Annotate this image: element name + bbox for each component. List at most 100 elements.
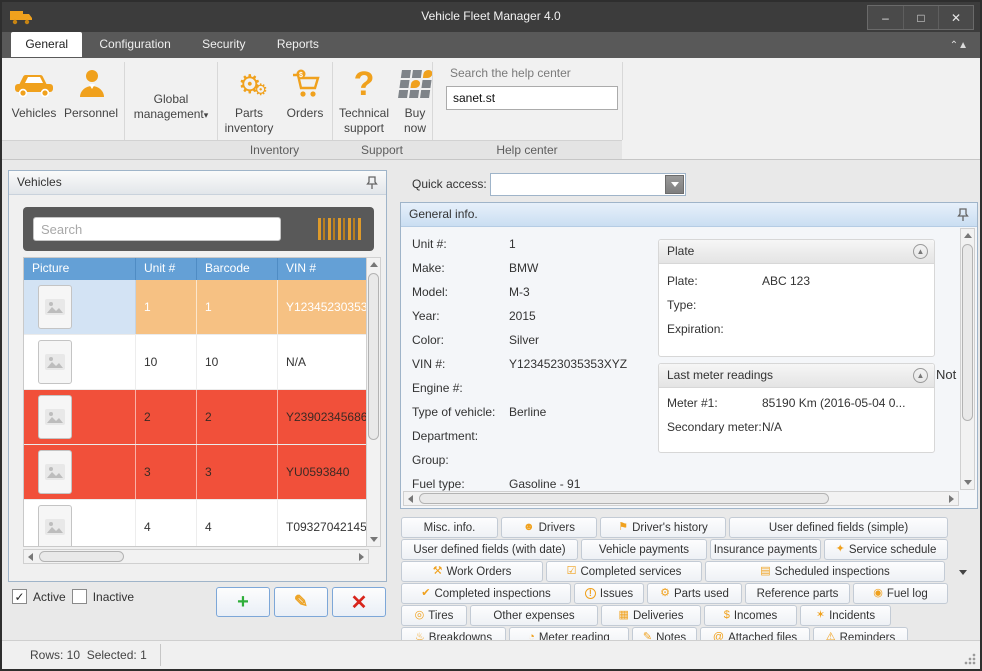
detail-tab-drivers[interactable]: ☻Drivers bbox=[501, 517, 597, 538]
active-checkbox-label: Active bbox=[33, 590, 66, 604]
inactive-checkbox[interactable] bbox=[72, 589, 87, 604]
meter-subpanel: Last meter readings ▲ Meter #1:85190 Km … bbox=[658, 363, 935, 453]
delete-button[interactable]: ✕ bbox=[332, 587, 386, 617]
detail-tab-vehicle-payments[interactable]: Vehicle payments bbox=[581, 539, 707, 560]
detail-tab-label: User defined fields (with date) bbox=[413, 544, 565, 556]
buy-now-icon bbox=[394, 62, 436, 106]
detail-tab-user-defined-fields-with-date[interactable]: User defined fields (with date) bbox=[401, 539, 578, 560]
dropdown-arrow-button[interactable] bbox=[665, 175, 684, 194]
table-row[interactable]: 11Y1234523035353XYZ bbox=[24, 280, 368, 335]
field-label: Fuel type: bbox=[412, 477, 509, 491]
detail-tab-other-expenses[interactable]: Other expenses bbox=[470, 605, 598, 626]
field-row: Type: bbox=[659, 298, 934, 322]
field-row: Secondary meter:N/A bbox=[659, 420, 934, 444]
collapse-up-icon[interactable]: ▲ bbox=[913, 244, 928, 259]
tab-reports[interactable]: Reports bbox=[263, 32, 333, 57]
detail-tab-user-defined-fields-simple[interactable]: User defined fields (simple) bbox=[729, 517, 948, 538]
field-label: Plate: bbox=[667, 274, 762, 298]
detail-tab-service-schedule[interactable]: ✦Service schedule bbox=[824, 539, 948, 560]
close-button[interactable]: ✕ bbox=[938, 6, 973, 29]
field-value: N/A bbox=[762, 420, 926, 444]
tab-scroll-down-icon[interactable] bbox=[959, 570, 967, 575]
table-row[interactable]: 33YU0593840 bbox=[24, 445, 368, 500]
burst-icon: ✶ bbox=[816, 610, 825, 621]
field-label: Year: bbox=[412, 309, 509, 333]
table-horizontal-scrollbar[interactable] bbox=[23, 549, 369, 564]
detail-tab-reference-parts[interactable]: Reference parts bbox=[745, 583, 850, 604]
tire-icon: ◎ bbox=[415, 610, 425, 621]
general-info-title: General info. bbox=[409, 207, 478, 221]
pin-icon[interactable] bbox=[957, 208, 969, 222]
orders-button[interactable]: $ Orders bbox=[280, 62, 330, 121]
detail-tab-issues[interactable]: !Issues bbox=[574, 583, 644, 604]
vin-cell: T09327042145 bbox=[278, 500, 368, 547]
resize-grip[interactable] bbox=[964, 653, 976, 665]
detail-tab-label: Deliveries bbox=[633, 610, 684, 622]
field-label: Department: bbox=[412, 429, 509, 453]
detail-tab-scheduled-inspections[interactable]: ▤Scheduled inspections bbox=[705, 561, 945, 582]
pin-icon[interactable] bbox=[366, 176, 378, 190]
table-vertical-scrollbar[interactable] bbox=[366, 257, 381, 547]
ribbon-tabstrip: General Configuration Security Reports ⌃… bbox=[2, 32, 980, 58]
help-center-search-input[interactable] bbox=[446, 86, 618, 110]
column-header-picture[interactable]: Picture bbox=[24, 258, 136, 280]
picture-placeholder-icon bbox=[38, 340, 72, 384]
detail-tab-misc-info[interactable]: Misc. info. bbox=[401, 517, 498, 538]
field-row: Model:M-3 bbox=[412, 285, 662, 309]
minimize-button[interactable]: – bbox=[868, 6, 903, 29]
table-row[interactable]: 22Y2390234568678 bbox=[24, 390, 368, 445]
selected-count: Selected: 1 bbox=[87, 648, 147, 662]
rows-count: Rows: 10 bbox=[30, 648, 80, 662]
search-input[interactable] bbox=[33, 217, 281, 241]
field-value: 2015 bbox=[509, 309, 662, 333]
detail-tab-tires[interactable]: ◎Tires bbox=[401, 605, 467, 626]
tab-security[interactable]: Security bbox=[188, 32, 259, 57]
column-header-vin[interactable]: VIN # bbox=[278, 258, 368, 280]
plus-icon: + bbox=[237, 591, 249, 614]
maximize-button[interactable]: □ bbox=[903, 6, 938, 29]
parts-inventory-button[interactable]: ⚙⚙ Parts inventory bbox=[221, 62, 277, 136]
person-icon: ☻ bbox=[523, 522, 535, 533]
general-horizontal-scrollbar[interactable] bbox=[403, 491, 959, 506]
detail-tab-incomes[interactable]: $Incomes bbox=[704, 605, 797, 626]
add-button[interactable]: + bbox=[216, 587, 270, 617]
detail-tab-incidents[interactable]: ✶Incidents bbox=[800, 605, 891, 626]
gear-icon: ⚙ bbox=[660, 588, 670, 599]
collapse-up-icon[interactable]: ▲ bbox=[913, 368, 928, 383]
detail-tab-fuel-log[interactable]: ◉Fuel log bbox=[853, 583, 948, 604]
barcode-icon[interactable] bbox=[318, 218, 362, 240]
general-vertical-scrollbar[interactable] bbox=[960, 228, 975, 490]
field-label: Group: bbox=[412, 453, 509, 477]
column-header-unit[interactable]: Unit # bbox=[136, 258, 197, 280]
status-bar: Rows: 10 Selected: 1 bbox=[2, 640, 980, 669]
vehicles-button[interactable]: Vehicles bbox=[8, 62, 60, 121]
buy-now-button[interactable]: Buy now bbox=[394, 62, 436, 136]
edit-button[interactable]: ✎ bbox=[274, 587, 328, 617]
meter-subpanel-title: Last meter readings bbox=[667, 368, 773, 382]
field-value: M-3 bbox=[509, 285, 662, 309]
tab-configuration[interactable]: Configuration bbox=[85, 32, 184, 57]
barcode-cell: 10 bbox=[197, 335, 278, 389]
column-header-barcode[interactable]: Barcode bbox=[197, 258, 278, 280]
table-row[interactable]: 1010N/A bbox=[24, 335, 368, 390]
vin-cell: Y1234523035353XYZ bbox=[278, 280, 368, 334]
tab-general[interactable]: General bbox=[11, 32, 82, 57]
table-row[interactable]: 44T09327042145 bbox=[24, 500, 368, 547]
detail-tab-completed-inspections[interactable]: ✔Completed inspections bbox=[401, 583, 571, 604]
technical-support-button[interactable]: ? Technical support bbox=[336, 62, 392, 136]
personnel-button[interactable]: Personnel bbox=[62, 62, 120, 121]
detail-tab-completed-services[interactable]: ☑Completed services bbox=[546, 561, 702, 582]
global-management-button[interactable]: Global management▾ bbox=[128, 92, 214, 123]
detail-tab-work-orders[interactable]: ⚒Work Orders bbox=[401, 561, 543, 582]
field-value: Gasoline - 91 bbox=[509, 477, 662, 491]
detail-tab-label: Work Orders bbox=[446, 566, 511, 578]
detail-tab-deliveries[interactable]: ▦Deliveries bbox=[601, 605, 701, 626]
collapse-ribbon-icon[interactable]: ⌃︎▲︎ bbox=[950, 40, 968, 51]
picture-cell bbox=[24, 280, 136, 334]
detail-tab-parts-used[interactable]: ⚙Parts used bbox=[647, 583, 742, 604]
detail-tab-insurance-payments[interactable]: Insurance payments bbox=[710, 539, 821, 560]
detail-tab-driver-s-history[interactable]: ⚑Driver's history bbox=[600, 517, 726, 538]
x-icon: ✕ bbox=[351, 590, 368, 615]
active-checkbox[interactable]: ✓ bbox=[12, 589, 27, 604]
quick-access-dropdown[interactable] bbox=[490, 173, 686, 196]
